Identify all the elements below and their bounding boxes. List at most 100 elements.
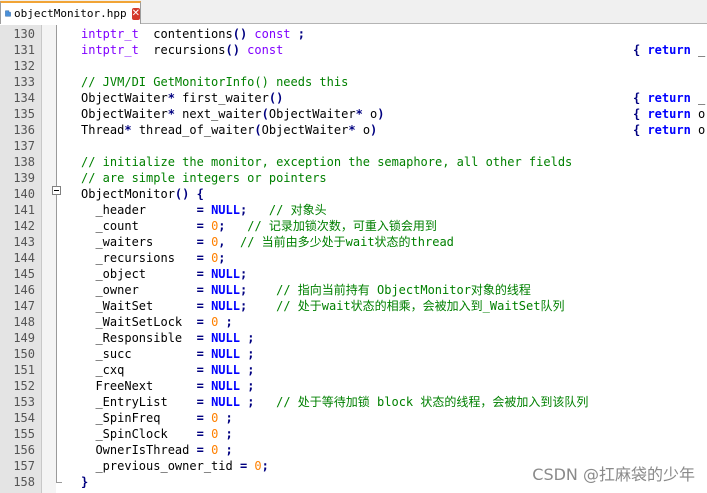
code-line[interactable]: 156 OwnerIsThread = 0 ; [0, 442, 707, 458]
code-line[interactable]: 135 ObjectWaiter* next_waiter(ObjectWaite… [0, 106, 707, 122]
code-line[interactable]: 150 _succ = NULL ; [0, 346, 707, 362]
code-line[interactable]: 149 _Responsible = NULL ; [0, 330, 707, 346]
code-text: OwnerIsThread = 0 ; [81, 442, 233, 458]
code-token: 0 [254, 459, 262, 473]
code-text: ObjectWaiter* first_waiter() [81, 90, 283, 106]
close-icon[interactable]: ✕ [131, 7, 140, 20]
code-token: ObjectWaiter [81, 107, 168, 121]
code-line[interactable]: 136 Thread* thread_of_waiter(ObjectWaiter… [0, 122, 707, 138]
code-line[interactable]: 146 _owner = NULL; // 指向当前持有 ObjectMonit… [0, 282, 707, 298]
line-number: 141 [13, 203, 35, 217]
code-token: ) [370, 123, 378, 137]
code-token: ObjectWaiter [261, 123, 349, 137]
code-token: intptr_t [81, 27, 139, 41]
code-token: = [196, 411, 204, 425]
code-line[interactable]: 137 [0, 138, 707, 154]
code-token: = [196, 395, 204, 409]
code-line[interactable]: 143 _waiters = 0, // 当前由多少处于wait状态的threa… [0, 234, 707, 250]
code-token: ; [261, 459, 269, 473]
tab-objectmonitor-hpp[interactable]: objectMonitor.hpp ✕ [0, 1, 141, 24]
code-line[interactable]: 155 _SpinClock = 0 ; [0, 426, 707, 442]
code-token: return [640, 123, 691, 137]
code-line[interactable]: 151 _cxq = NULL ; [0, 362, 707, 378]
code-token: = [196, 347, 204, 361]
code-editor[interactable]: 130 intptr_t contentions() const ; 131 intp… [0, 25, 707, 493]
code-token: = [196, 299, 204, 313]
code-text: _count = 0; // 记录加锁次数，可重入锁会用到 [81, 218, 436, 234]
code-token: ) [377, 107, 385, 121]
code-token: * [167, 107, 175, 121]
code-line[interactable]: 147 _WaitSet = NULL; // 处于wait状态的相乘，会被加入… [0, 298, 707, 314]
code-token: () [174, 187, 190, 201]
code-line[interactable]: 145 _object = NULL; [0, 266, 707, 282]
code-token: ; [247, 331, 255, 345]
code-line[interactable]: 130 intptr_t contentions() const ; [0, 26, 707, 42]
code-token: _count [81, 219, 197, 233]
code-token: _waiters [81, 235, 197, 249]
code-line[interactable]: 144 _recursions = 0; [0, 250, 707, 266]
code-token: first_waiter [174, 91, 269, 105]
code-line[interactable]: 153 _EntryList = NULL ; // 处于等待加锁 block … [0, 394, 707, 410]
code-token: _object [81, 267, 197, 281]
line-number: 145 [13, 267, 35, 281]
code-token: ( [261, 107, 269, 121]
code-token: ; [218, 219, 226, 233]
code-text: // initialize the monitor, exception the… [81, 154, 572, 170]
code-line[interactable]: 134 ObjectWaiter* first_waiter() { return … [0, 90, 707, 106]
code-line[interactable]: 131 intptr_t recursions() const { return _ [0, 42, 707, 58]
code-lines: 130 intptr_t contentions() const ; 131 intp… [0, 26, 707, 490]
line-number: 152 [13, 379, 35, 393]
code-token: recursions [138, 43, 226, 57]
code-inline-body: { return o [633, 106, 705, 122]
code-token: NULL [211, 267, 240, 281]
code-token: NULL [211, 203, 240, 217]
code-token: thread_of_waiter [131, 123, 255, 137]
code-line[interactable]: 141 _header = NULL; // 对象头 [0, 202, 707, 218]
watermark: CSDN @扛麻袋的少年 [532, 465, 695, 484]
code-text: _object = NULL; [81, 266, 247, 282]
code-token: const [239, 43, 284, 57]
code-token: NULL [211, 347, 240, 361]
code-text: _waiters = 0, // 当前由多少处于wait状态的thread [81, 234, 453, 250]
line-number: 131 [13, 43, 35, 57]
code-token: return [640, 107, 691, 121]
code-text: ObjectWaiter* next_waiter(ObjectWaiter* … [81, 106, 385, 122]
code-text: _SpinClock = 0 ; [81, 426, 232, 442]
code-line[interactable]: 139 // are simple integers or pointers [0, 170, 707, 186]
code-text: _owner = NULL; // 指向当前持有 ObjectMonitor对象… [81, 282, 531, 298]
tab-title: objectMonitor.hpp [14, 7, 127, 20]
line-number: 150 [13, 347, 35, 361]
code-line[interactable]: 140 ObjectMonitor() { [0, 186, 707, 202]
code-token: _Responsible [81, 331, 197, 345]
code-inline-body: { return _ [633, 42, 705, 58]
code-line[interactable]: 148 _WaitSetLock = 0 ; [0, 314, 707, 330]
code-line[interactable]: 138 // initialize the monitor, exception … [0, 154, 707, 170]
code-token: ; [247, 347, 255, 361]
code-token: () [232, 27, 248, 41]
code-token: NULL [211, 283, 240, 297]
line-number: 136 [13, 123, 35, 137]
line-number: 147 [13, 299, 35, 313]
code-token: = [196, 219, 204, 233]
code-line[interactable]: 142 _count = 0; // 记录加锁次数，可重入锁会用到 [0, 218, 707, 234]
code-token: * [167, 91, 175, 105]
code-line[interactable]: 152 FreeNext = NULL ; [0, 378, 707, 394]
code-line[interactable]: 154 _SpinFreq = 0 ; [0, 410, 707, 426]
code-text: intptr_t contentions() const ; [81, 26, 305, 42]
line-number: 144 [13, 251, 35, 265]
code-line[interactable]: 132 [0, 58, 707, 74]
code-line[interactable]: 133 // JVM/DI GetMonitorInfo() needs this [0, 74, 707, 90]
code-token: ; [225, 443, 233, 457]
